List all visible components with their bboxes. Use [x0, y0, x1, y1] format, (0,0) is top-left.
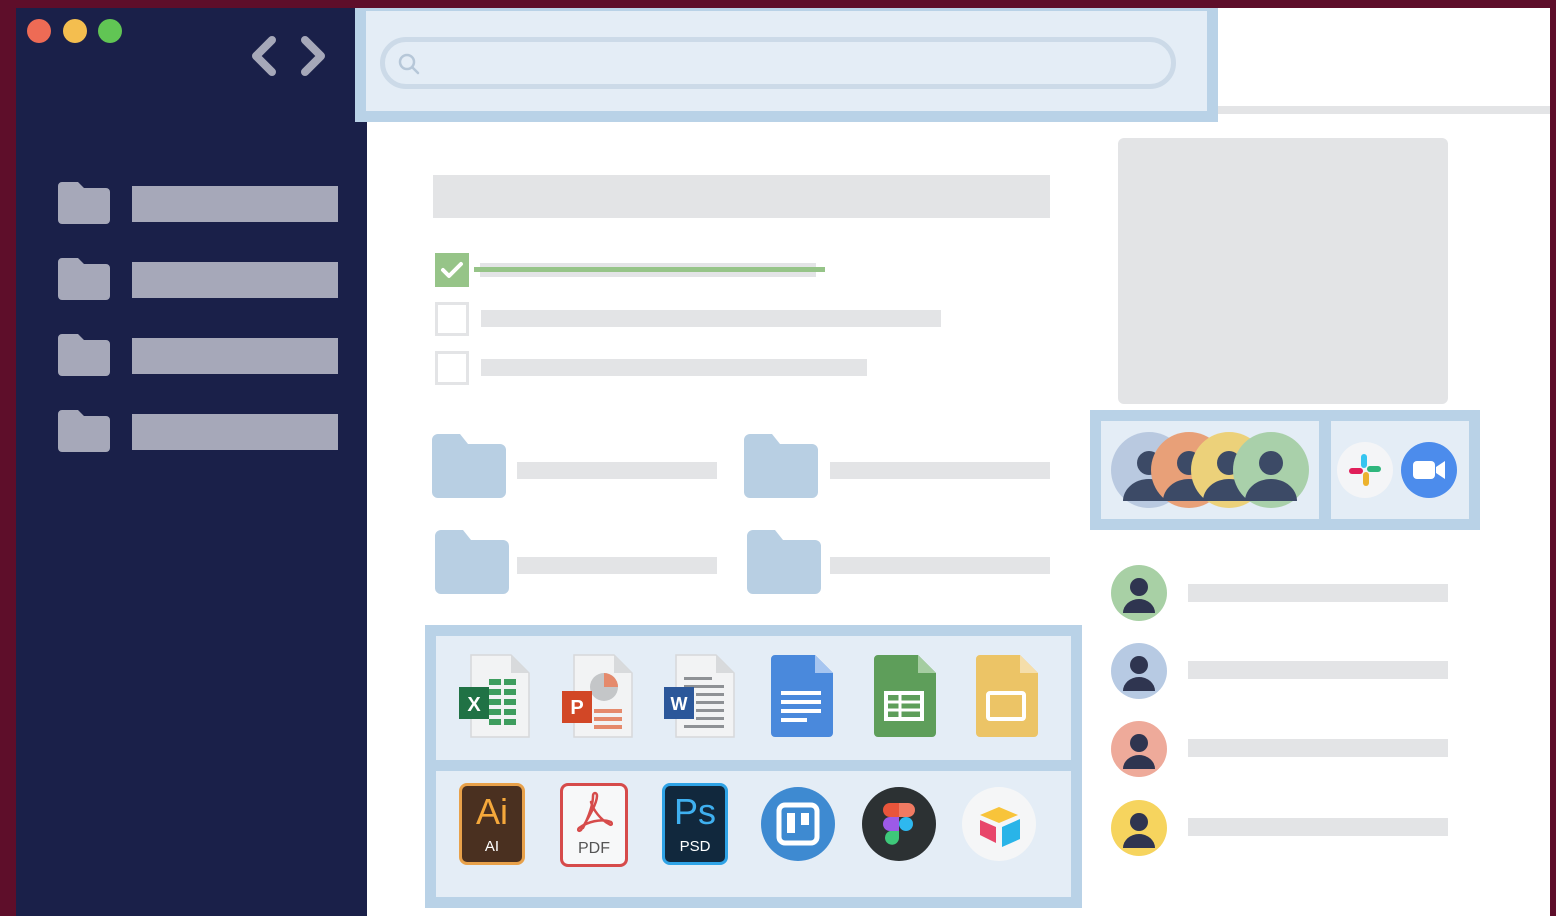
member-name — [1188, 739, 1448, 757]
checkbox-unchecked[interactable] — [435, 302, 469, 336]
task-strikethrough — [474, 267, 825, 272]
illustrator-sublabel: AI — [484, 838, 500, 855]
excel-icon[interactable]: X — [457, 653, 533, 741]
illustrator-label: Ai — [475, 791, 508, 832]
figma-logo-icon — [883, 803, 915, 845]
folder-label — [830, 557, 1050, 574]
sidebar-item-label — [132, 338, 338, 374]
acrobat-icon — [577, 791, 613, 833]
photoshop-label: Ps — [673, 791, 716, 832]
member-name — [1188, 661, 1448, 679]
app-window: X P W Ai AI PDF Ps PSD — [16, 8, 1550, 916]
folder-icon — [744, 434, 818, 498]
sidebar-item-label — [132, 414, 338, 450]
powerpoint-icon[interactable]: P — [560, 653, 636, 741]
search-input[interactable] — [380, 37, 1176, 89]
task-label — [481, 310, 941, 327]
avatar — [1111, 643, 1167, 699]
preview-image — [1118, 138, 1448, 404]
search-text-field[interactable] — [435, 48, 1139, 80]
maximize-window-dot[interactable] — [98, 19, 122, 43]
pdf-icon[interactable]: PDF — [560, 783, 628, 867]
illustrator-icon[interactable]: Ai AI — [459, 783, 525, 865]
folder-icon — [435, 530, 509, 594]
checkmark-icon — [441, 262, 463, 278]
slack-icon[interactable] — [1337, 442, 1393, 498]
collaborators-panel — [1090, 410, 1330, 530]
folder-icon — [58, 182, 110, 224]
header-divider — [1216, 106, 1550, 114]
folder-label — [517, 462, 717, 479]
airtable-icon[interactable] — [962, 787, 1036, 861]
search-icon — [398, 53, 420, 75]
back-arrow-icon[interactable] — [246, 34, 280, 78]
airtable-logo-icon — [980, 807, 1020, 847]
checkbox-unchecked[interactable] — [435, 351, 469, 385]
folder-label — [517, 557, 717, 574]
svg-text:W: W — [671, 694, 688, 714]
sidebar-item-label — [132, 186, 338, 222]
google-slides-icon[interactable] — [972, 653, 1042, 741]
minimize-window-dot[interactable] — [63, 19, 87, 43]
folder-icon — [58, 258, 110, 300]
office-apps-panel: X P W — [425, 625, 1082, 771]
sidebar — [16, 8, 367, 916]
folder-icon — [747, 530, 821, 594]
svg-text:P: P — [570, 697, 583, 719]
creative-apps-panel: Ai AI PDF Ps PSD — [425, 760, 1082, 908]
google-sheets-icon[interactable] — [870, 653, 940, 741]
forward-arrow-icon[interactable] — [297, 34, 331, 78]
pdf-label: PDF — [578, 840, 610, 857]
checkbox-checked[interactable] — [435, 253, 469, 287]
figma-icon[interactable] — [862, 787, 936, 861]
search-panel — [355, 8, 1218, 122]
video-camera-icon — [1413, 461, 1445, 479]
avatar — [1111, 565, 1167, 621]
word-icon[interactable]: W — [662, 653, 738, 741]
page-title-placeholder — [433, 175, 1050, 218]
trello-board-icon — [776, 802, 820, 846]
integrations-panel — [1320, 410, 1480, 530]
google-docs-icon[interactable] — [767, 653, 837, 741]
folder-icon — [58, 410, 110, 452]
slack-logo-icon — [1349, 454, 1381, 486]
photoshop-icon[interactable]: Ps PSD — [662, 783, 728, 865]
avatar — [1111, 800, 1167, 856]
member-name — [1188, 584, 1448, 602]
trello-icon[interactable] — [761, 787, 835, 861]
photoshop-sublabel: PSD — [679, 838, 711, 855]
folder-icon — [58, 334, 110, 376]
close-window-dot[interactable] — [27, 19, 51, 43]
folder-icon — [432, 434, 506, 498]
folder-label — [830, 462, 1050, 479]
avatar — [1111, 721, 1167, 777]
member-name — [1188, 818, 1448, 836]
svg-text:X: X — [467, 694, 481, 716]
task-label — [481, 359, 867, 376]
zoom-icon[interactable] — [1401, 442, 1457, 498]
sidebar-item-label — [132, 262, 338, 298]
collaborator-avatars[interactable] — [1111, 429, 1321, 511]
